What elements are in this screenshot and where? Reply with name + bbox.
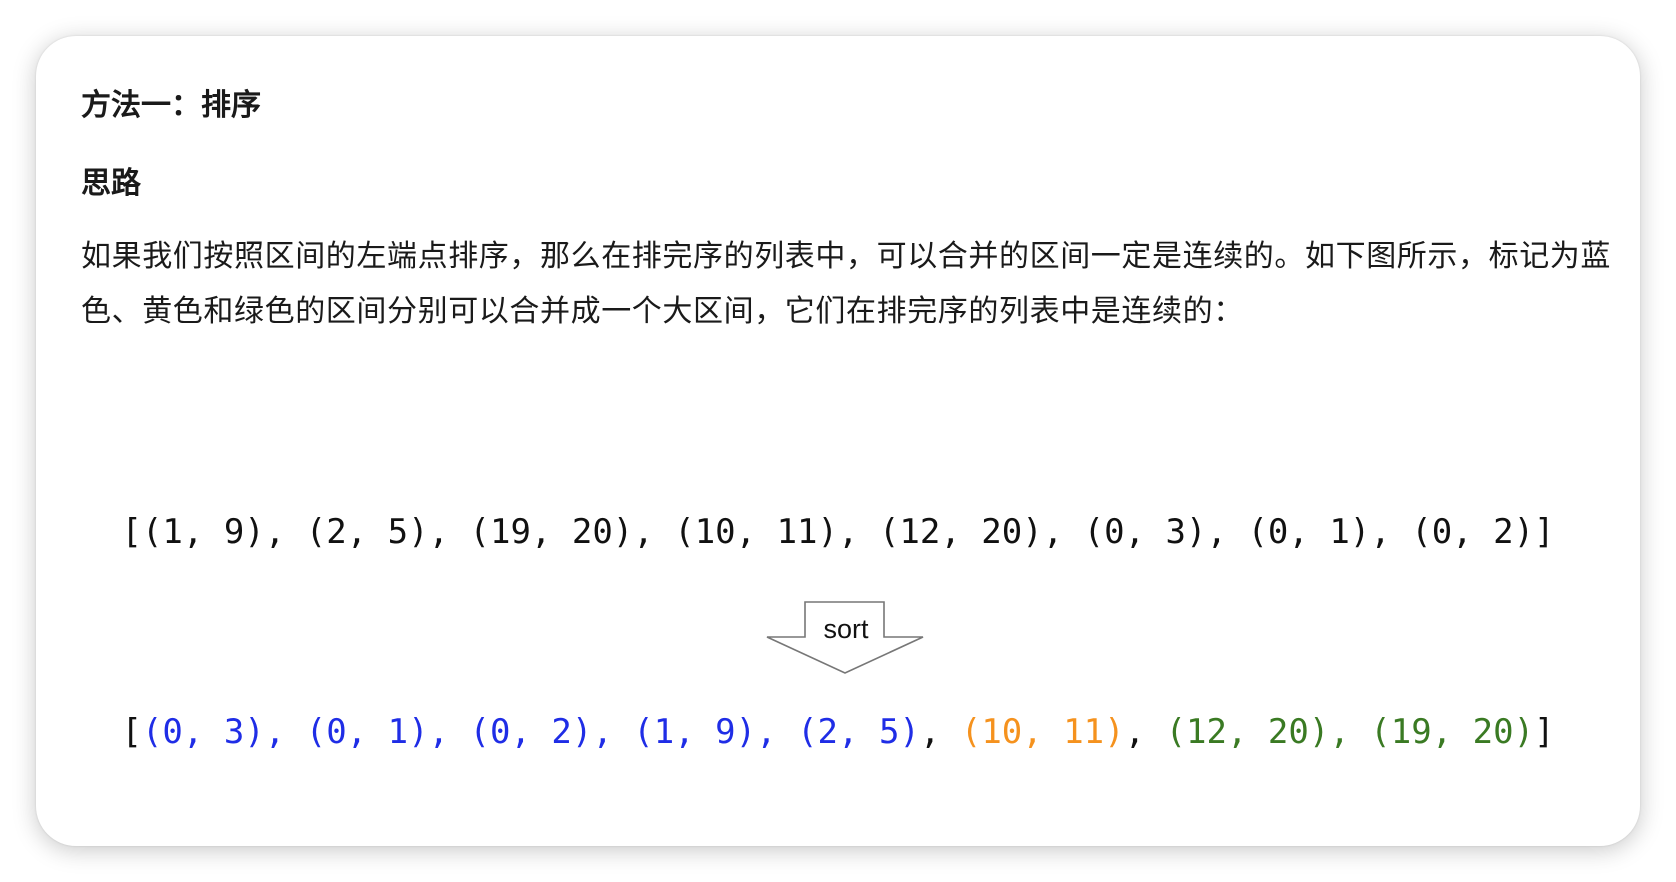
list-close-bracket: ] [1534, 712, 1555, 752]
interval-item: (2, 5) [305, 512, 429, 552]
interval-item-blue: (0, 2) [469, 712, 593, 752]
sort-diagram: [(1, 9), (2, 5), (19, 20), (10, 11), (12… [36, 436, 1640, 816]
interval-item: (0, 3) [1083, 512, 1207, 552]
interval-item-blue: (2, 5) [797, 712, 920, 752]
interval-item: (12, 20) [878, 512, 1043, 552]
list-separator: , [1124, 712, 1166, 752]
content-card: 方法一：排序 思路 如果我们按照区间的左端点排序，那么在排完序的列表中，可以合并… [36, 36, 1640, 846]
list-separator: , [428, 712, 470, 752]
list-separator: , [1370, 512, 1412, 552]
subsection-heading: 思路 [81, 166, 141, 201]
list-open-bracket: [ [121, 712, 142, 752]
list-separator: , [1042, 512, 1084, 552]
list-separator: , [1206, 512, 1248, 552]
list-separator: , [837, 512, 879, 552]
list-separator: , [264, 712, 306, 752]
list-separator: , [756, 712, 798, 752]
list-separator: , [919, 712, 961, 752]
interval-item-green: (19, 20) [1370, 712, 1535, 752]
sort-arrow-label: sort [823, 614, 869, 644]
section-heading: 方法一：排序 [81, 88, 261, 123]
sorted-interval-list: [(0, 3), (0, 1), (0, 2), (1, 9), (2, 5),… [36, 710, 1640, 754]
interval-item-green: (12, 20) [1165, 712, 1330, 752]
interval-item: (0, 1) [1247, 512, 1371, 552]
interval-item: (0, 2) [1411, 512, 1535, 552]
explanation-paragraph: 如果我们按照区间的左端点排序，那么在排完序的列表中，可以合并的区间一定是连续的。… [81, 239, 1611, 329]
list-separator: , [633, 512, 675, 552]
list-separator: , [592, 712, 634, 752]
list-separator: , [264, 512, 306, 552]
list-separator: , [1329, 712, 1371, 752]
interval-item-blue: (0, 3) [141, 712, 265, 752]
list-separator: , [428, 512, 470, 552]
interval-item-blue: (0, 1) [305, 712, 429, 752]
list-close-bracket: ] [1534, 512, 1555, 552]
interval-item: (19, 20) [469, 512, 634, 552]
unsorted-interval-list: [(1, 9), (2, 5), (19, 20), (10, 11), (12… [36, 510, 1640, 554]
interval-item-blue: (1, 9) [633, 712, 757, 752]
interval-item-orange: (10, 11) [960, 712, 1125, 752]
list-open-bracket: [ [121, 512, 142, 552]
interval-item: (1, 9) [141, 512, 265, 552]
interval-item: (10, 11) [674, 512, 838, 552]
